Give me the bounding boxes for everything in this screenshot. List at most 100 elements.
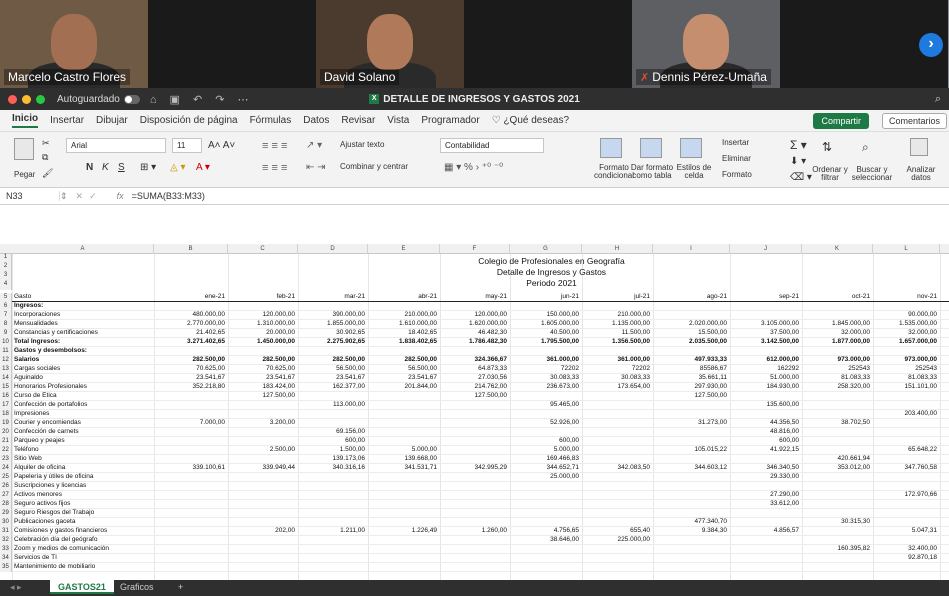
table-cell[interactable]: 95.465,00 — [510, 401, 579, 409]
table-cell[interactable]: 655,40 — [582, 527, 650, 535]
tab-programador[interactable]: Programador — [421, 115, 479, 126]
column-header-h[interactable]: H — [582, 244, 653, 254]
row-label[interactable]: Cargas sociales — [14, 365, 154, 373]
find-icon[interactable]: ⌕ — [862, 140, 869, 155]
table-cell[interactable]: 600,00 — [510, 437, 579, 445]
table-cell[interactable]: 390.000,00 — [298, 311, 365, 319]
format-painter-icon[interactable]: 🖌 — [42, 168, 53, 179]
table-cell[interactable]: 344.603,12 — [653, 464, 727, 472]
table-cell[interactable]: 20.000,00 — [228, 329, 295, 337]
table-cell[interactable]: 5.2 — [940, 563, 949, 571]
table-cell[interactable]: 81.083,33 — [802, 374, 870, 382]
table-cell[interactable]: 11.5 — [940, 329, 949, 337]
row-header[interactable]: 18 — [0, 410, 12, 419]
table-cell[interactable]: sep-21 — [730, 293, 799, 301]
find-select-button[interactable]: Buscar y seleccionar — [850, 166, 894, 182]
font-color-icon[interactable]: A ▾ — [196, 162, 210, 173]
row-label[interactable]: Alquiler de oficina — [14, 464, 154, 472]
row-label[interactable]: Confección de carnets — [14, 428, 154, 436]
table-cell[interactable]: 1.450.000,00 — [228, 338, 295, 346]
table-cell[interactable]: 361.000,00 — [582, 356, 650, 364]
column-header-d[interactable]: D — [298, 244, 368, 254]
table-cell[interactable]: 282.500,00 — [228, 356, 295, 364]
table-cell[interactable]: 105.015,22 — [653, 446, 727, 454]
cancel-icon[interactable]: ✕ — [76, 191, 84, 202]
tab-vista[interactable]: Vista — [387, 115, 409, 126]
column-header-b[interactable]: B — [154, 244, 228, 254]
row-label[interactable]: Courier y encomiendas — [14, 419, 154, 427]
table-cell[interactable]: 497.933,33 — [653, 356, 727, 364]
borders-icon[interactable]: ⊞ ▾ — [140, 162, 156, 173]
table-cell[interactable]: 173.654,00 — [582, 383, 650, 391]
paste-icon[interactable] — [14, 138, 34, 160]
row-header[interactable]: 12 — [0, 356, 12, 365]
table-cell[interactable]: 342.995,29 — [440, 464, 507, 472]
table-cell[interactable]: 1.786.482,30 — [440, 338, 507, 346]
table-cell[interactable]: 2.035.500,00 — [653, 338, 727, 346]
table-cell[interactable]: 210.000,00 — [582, 311, 650, 319]
sort-filter-button[interactable]: Ordenar y filtrar — [812, 166, 848, 182]
table-cell[interactable]: 352.218,80 — [154, 383, 225, 391]
table-cell[interactable]: 2.500,00 — [228, 446, 295, 454]
table-cell[interactable]: 2.770.000,00 — [154, 320, 225, 328]
row-header[interactable]: 9 — [0, 329, 12, 338]
search-icon[interactable]: ⌕ — [935, 93, 941, 106]
table-cell[interactable]: 973.000,00 — [873, 356, 937, 364]
row-label[interactable]: Celebración día del geógrafo — [14, 536, 154, 544]
wrap-text-button[interactable]: Ajustar texto — [340, 140, 384, 149]
table-cell[interactable]: 1.877.000,00 — [802, 338, 870, 346]
spreadsheet-grid[interactable]: ABCDEFGHIJKLM1234Colegio de Profesionale… — [0, 244, 949, 580]
row-label[interactable]: Papelería y útiles de oficina — [14, 473, 154, 481]
orientation-icon[interactable]: ↗ ▾ — [306, 140, 322, 151]
font-size-select[interactable]: 11 — [172, 138, 202, 153]
column-header-k[interactable]: K — [802, 244, 873, 254]
tab-insertar[interactable]: Insertar — [50, 115, 84, 126]
row-header[interactable]: 26 — [0, 482, 12, 491]
table-cell[interactable]: 347.760,58 — [873, 464, 937, 472]
table-cell[interactable]: 51.000,00 — [730, 374, 799, 382]
row-header[interactable]: 24 — [0, 464, 12, 473]
table-cell[interactable]: 151.101,00 — [873, 383, 937, 391]
row-header[interactable]: 15 — [0, 383, 12, 392]
table-cell[interactable]: 210.000,00 — [368, 311, 437, 319]
table-cell[interactable]: 29.330,00 — [730, 473, 799, 481]
table-cell[interactable]: 282.500,00 — [298, 356, 365, 364]
table-cell[interactable]: 612.000,00 — [730, 356, 799, 364]
table-cell[interactable]: 127.500,00 — [653, 392, 727, 400]
row-label[interactable]: Impresiones — [14, 410, 154, 418]
table-cell[interactable]: 3.271.402,65 — [154, 338, 225, 346]
column-header-l[interactable]: L — [873, 244, 940, 254]
table-cell[interactable]: 31.273,00 — [653, 419, 727, 427]
merge-center-button[interactable]: Combinar y centrar — [340, 162, 408, 171]
table-cell[interactable]: 64.873,33 — [440, 365, 507, 373]
table-cell[interactable]: 92.870,18 — [873, 554, 937, 562]
row-header[interactable]: 20 — [0, 428, 12, 437]
table-cell[interactable]: 282.500,00 — [154, 356, 225, 364]
table-cell[interactable]: 65.648,22 — [873, 446, 937, 454]
table-cell[interactable]: 162.377,00 — [298, 383, 365, 391]
row-header[interactable]: 31 — [0, 527, 12, 536]
table-cell[interactable]: 361.000,00 — [510, 356, 579, 364]
table-cell[interactable]: 120.000,00 — [228, 311, 295, 319]
table-cell[interactable]: 1.211,00 — [298, 527, 365, 535]
row-label[interactable]: Mensualidades — [14, 320, 154, 328]
name-box[interactable]: N33 — [0, 191, 60, 201]
table-cell[interactable]: 72202 — [510, 365, 579, 373]
table-cell[interactable]: 214.762,00 — [440, 383, 507, 391]
table-cell[interactable]: 184.930,00 — [730, 383, 799, 391]
sheet-tab-graficos[interactable]: Graficos — [112, 580, 162, 594]
comments-button[interactable]: Comentarios — [881, 113, 947, 129]
table-cell[interactable]: 18.402,65 — [368, 329, 437, 337]
tab-qué-deseas[interactable]: ♡ ¿Qué deseas? — [492, 115, 569, 126]
table-cell[interactable]: 1.838.402,65 — [368, 338, 437, 346]
row-header[interactable]: 5 — [0, 293, 12, 302]
table-cell[interactable]: 5.000,00 — [510, 446, 579, 454]
table-cell[interactable]: 30.083,33 — [582, 374, 650, 382]
row-header[interactable]: 2 — [0, 263, 12, 272]
table-cell[interactable]: 56.500,00 — [298, 365, 365, 373]
confirm-icon[interactable]: ✓ — [89, 191, 97, 202]
row-header[interactable]: 7 — [0, 311, 12, 320]
row-header[interactable]: 10 — [0, 338, 12, 347]
clear-icon[interactable]: ⌫ ▾ — [790, 172, 812, 183]
table-cell[interactable]: abr-21 — [368, 293, 437, 301]
